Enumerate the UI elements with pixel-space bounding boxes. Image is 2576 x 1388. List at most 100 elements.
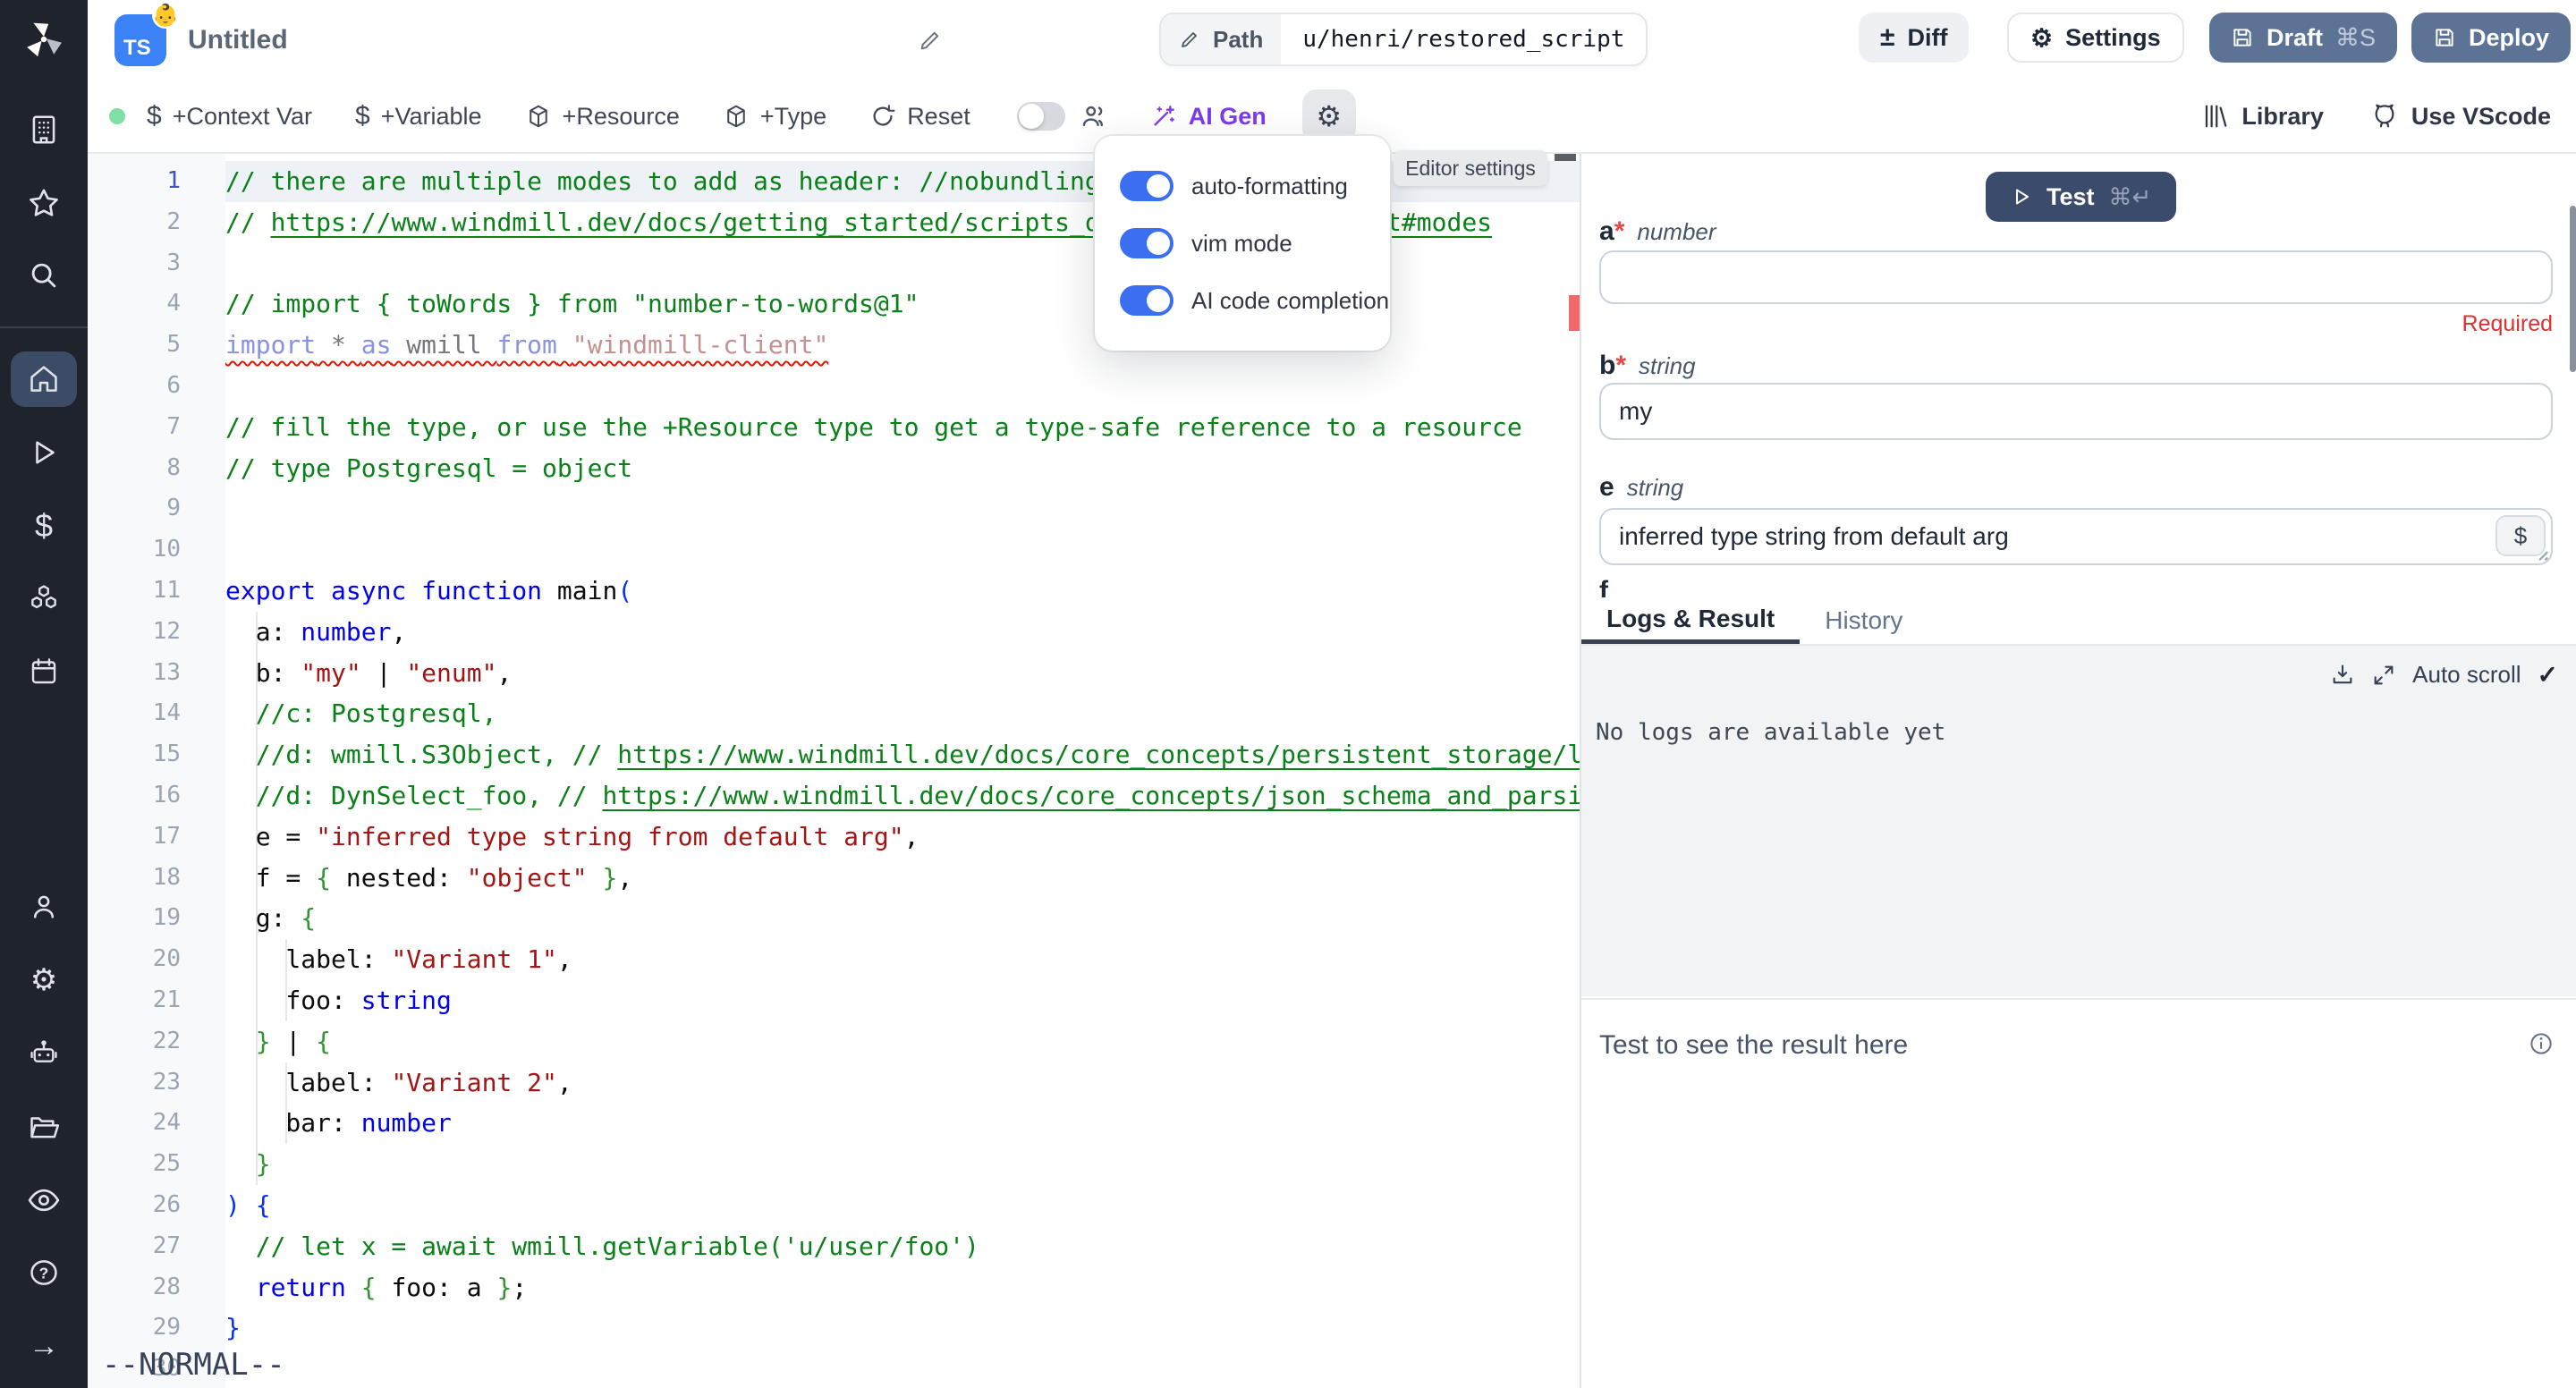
add-resource-button[interactable]: +Resource: [504, 80, 701, 152]
code-line[interactable]: b: "my" | "enum",: [225, 653, 1580, 694]
typescript-badge: TS 👶: [114, 14, 166, 66]
use-vscode-button[interactable]: Use VScode: [2370, 102, 2551, 131]
logs-panel: Auto scroll ✓ No logs are available yet: [1581, 646, 2576, 996]
info-icon[interactable]: [2528, 1030, 2555, 1057]
line-number: 9: [88, 488, 181, 529]
draft-shortcut: ⌘S: [2335, 24, 2376, 52]
code-line[interactable]: //c: Postgresql,: [225, 693, 1580, 734]
code-line[interactable]: ) {: [225, 1185, 1580, 1226]
folder-icon: [27, 1110, 61, 1144]
topbar: TS 👶 Untitled Path u/henri/restored_scri…: [88, 0, 2576, 82]
add-type-button[interactable]: +Type: [701, 80, 848, 152]
path-label: Path: [1213, 26, 1263, 54]
code-line[interactable]: [225, 529, 1580, 571]
sidebar-item-folders[interactable]: [11, 1099, 77, 1155]
code-line[interactable]: // type Postgresql = object: [225, 448, 1580, 489]
sidebar-item-ai[interactable]: [11, 1026, 77, 1081]
vim-status: --NORMAL--: [102, 1347, 285, 1383]
expand-icon[interactable]: [2371, 663, 2396, 688]
line-number: 23: [88, 1062, 181, 1104]
editor-settings-tooltip: Editor settings: [1394, 150, 1547, 186]
line-number: 28: [88, 1267, 181, 1308]
settings-button[interactable]: ⚙ Settings: [2007, 13, 2184, 63]
left-sidebar: $ ⚙ ? →: [0, 0, 88, 1388]
code-line[interactable]: foo: string: [225, 980, 1580, 1021]
deploy-button[interactable]: Deploy: [2411, 13, 2571, 63]
field-b-input[interactable]: my: [1599, 383, 2553, 440]
code-line[interactable]: label: "Variant 1",: [225, 939, 1580, 980]
save-icon: [2433, 26, 2456, 49]
diff-button[interactable]: ± Diff: [1859, 13, 1969, 63]
code-line[interactable]: return { foo: a };: [225, 1267, 1580, 1308]
code-line[interactable]: // fill the type, or use the +Resource t…: [225, 407, 1580, 448]
required-asterisk: *: [1614, 216, 1625, 246]
sidebar-item-schedules[interactable]: [11, 644, 77, 699]
download-icon[interactable]: [2330, 663, 2355, 688]
line-number: 10: [88, 529, 181, 571]
resize-handle[interactable]: [2533, 546, 2549, 562]
sidebar-item-user[interactable]: [11, 880, 77, 935]
sidebar-item-workspace[interactable]: [11, 102, 77, 157]
sidebar-item-resources[interactable]: [11, 571, 77, 626]
add-context-var-button[interactable]: $ +Context Var: [125, 80, 334, 152]
sidebar-item-home[interactable]: [11, 351, 77, 407]
settings-toggle-row: auto-formatting: [1120, 157, 1390, 215]
code-line[interactable]: //d: wmill.S3Object, // https://www.wind…: [225, 734, 1580, 775]
arrow-right-icon: →: [29, 1329, 59, 1364]
gear-icon: ⚙: [2030, 23, 2053, 53]
sidebar-item-settings[interactable]: ⚙: [11, 952, 77, 1008]
editor-settings-button[interactable]: ⚙: [1302, 89, 1356, 143]
sidebar-item-runs[interactable]: [11, 425, 77, 480]
path-field[interactable]: Path u/henri/restored_script: [1159, 13, 1648, 66]
reset-button[interactable]: Reset: [848, 80, 992, 152]
robot-icon: [27, 1037, 61, 1071]
draft-button[interactable]: Draft ⌘S: [2209, 13, 2397, 63]
add-variable-button[interactable]: $ +Variable: [334, 80, 504, 152]
library-icon: [2202, 103, 2229, 130]
tab-logs-result[interactable]: Logs & Result: [1581, 597, 1800, 644]
sidebar-item-expand[interactable]: →: [11, 1318, 77, 1374]
sidebar-item-favorites[interactable]: [11, 175, 77, 231]
toggle-switch[interactable]: [1120, 228, 1174, 258]
code-line[interactable]: bar: number: [225, 1103, 1580, 1144]
ai-gen-button[interactable]: AI Gen: [1128, 102, 1288, 131]
line-number: 1: [88, 161, 181, 202]
panel-scrollbar[interactable]: [2570, 206, 2576, 372]
code-line[interactable]: }: [225, 1308, 1580, 1349]
code-line[interactable]: }: [225, 1144, 1580, 1185]
library-button[interactable]: Library: [2202, 103, 2324, 131]
sidebar-item-search[interactable]: [11, 249, 77, 304]
code-line[interactable]: g: {: [225, 898, 1580, 939]
star-icon: [26, 185, 62, 221]
line-number: 7: [88, 407, 181, 448]
toggle-switch[interactable]: [1120, 171, 1174, 201]
code-line[interactable]: label: "Variant 2",: [225, 1062, 1580, 1104]
code-line[interactable]: a: number,: [225, 612, 1580, 653]
windmill-script-editor: $ ⚙ ? → TS: [0, 0, 2576, 1388]
line-number: 5: [88, 325, 181, 366]
code-line[interactable]: e = "inferred type string from default a…: [225, 817, 1580, 858]
multiplayer-toggle[interactable]: [1017, 102, 1065, 131]
cubes-icon: [27, 581, 61, 615]
edit-summary-icon[interactable]: [918, 28, 943, 53]
code-line[interactable]: [225, 488, 1580, 529]
code-line[interactable]: // let x = await wmill.getVariable('u/us…: [225, 1226, 1580, 1267]
code-line[interactable]: } | {: [225, 1021, 1580, 1062]
code-line[interactable]: export async function main(: [225, 571, 1580, 612]
tab-history[interactable]: History: [1800, 597, 1928, 644]
windmill-logo[interactable]: [22, 18, 65, 61]
code-line[interactable]: [225, 1349, 1580, 1388]
eye-icon: [26, 1182, 62, 1218]
field-e-input[interactable]: inferred type string from default arg $: [1599, 508, 2553, 565]
sidebar-item-help[interactable]: ?: [11, 1245, 77, 1300]
code-line[interactable]: //d: DynSelect_foo, // https://www.windm…: [225, 775, 1580, 817]
auto-scroll-checkbox[interactable]: ✓: [2538, 660, 2558, 690]
code-line[interactable]: [225, 366, 1580, 407]
toggle-switch[interactable]: [1120, 285, 1174, 316]
sidebar-item-variables[interactable]: $: [11, 498, 77, 554]
play-icon: [28, 436, 60, 469]
sidebar-item-audit[interactable]: [11, 1172, 77, 1228]
code-line[interactable]: f = { nested: "object" },: [225, 858, 1580, 899]
field-a-input[interactable]: [1599, 250, 2553, 304]
line-number: 25: [88, 1144, 181, 1185]
